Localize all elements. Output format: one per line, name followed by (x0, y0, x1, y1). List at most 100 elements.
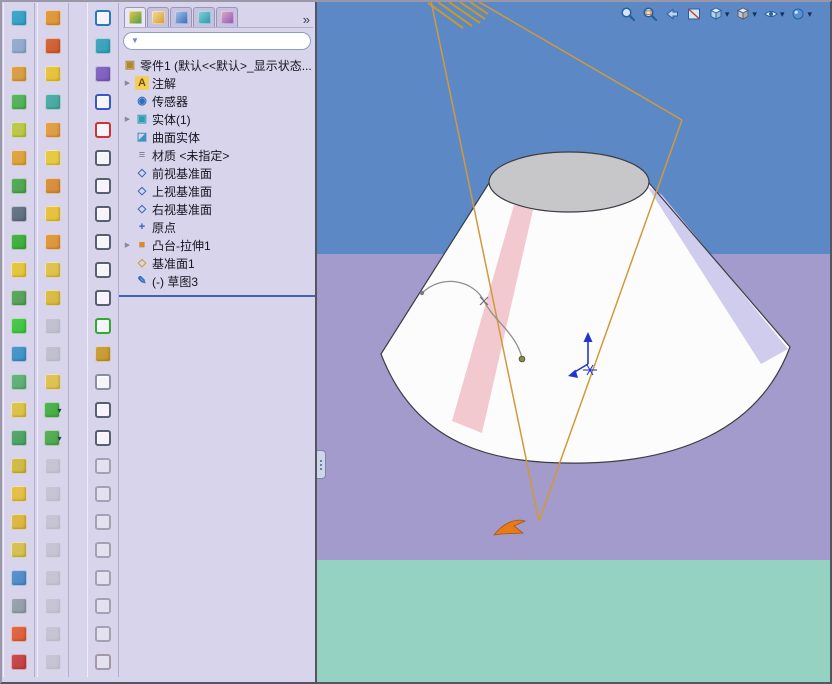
tree-item-material[interactable]: ≡材质 <未指定> (123, 146, 313, 164)
tab-featuremanager[interactable] (124, 7, 146, 27)
hole-wizard2-button[interactable] (41, 174, 65, 198)
line-tool-button[interactable] (91, 90, 115, 114)
expand-arrow-icon[interactable]: ▶ (123, 115, 132, 123)
tree-splitter[interactable] (119, 295, 315, 297)
new-part-button[interactable] (7, 6, 31, 30)
zoom-to-area-button[interactable] (642, 6, 658, 22)
sweep-cut-button[interactable] (7, 286, 31, 310)
sketch-picture-button[interactable] (91, 594, 115, 618)
swept-cut-button[interactable] (41, 230, 65, 254)
three-point-arc-button[interactable] (91, 258, 115, 282)
hatch-face-button[interactable] (91, 370, 115, 394)
tree-item-root[interactable]: ▣零件1 (默认<<默认>_显示状态... (123, 56, 313, 74)
tabs-overflow-chevron[interactable]: » (303, 12, 312, 27)
loft-button[interactable] (7, 174, 31, 198)
tree-item-surface-bodies[interactable]: ◪曲面实体 (123, 128, 313, 146)
curve-button[interactable] (7, 622, 31, 646)
tree-item-boss-extrude1[interactable]: ▶■凸台-拉伸1 (123, 236, 313, 254)
open-button[interactable] (7, 34, 31, 58)
helix-button[interactable] (41, 454, 65, 478)
display-style-button[interactable]: ▾ (735, 6, 757, 22)
revolved-boss-button[interactable] (41, 34, 65, 58)
mate-reference-button[interactable] (41, 594, 65, 618)
spline-tool-button[interactable] (91, 314, 115, 338)
smart-dimension-button[interactable] (91, 62, 115, 86)
tab-propertymanager[interactable] (147, 7, 169, 27)
draft-button[interactable] (7, 454, 31, 478)
expand-arrow-icon[interactable]: ▶ (123, 79, 132, 87)
coordinate-system-button[interactable] (41, 538, 65, 562)
tree-item-front-plane[interactable]: ◇前视基准面 (123, 164, 313, 182)
tree-item-origin[interactable]: +原点 (123, 218, 313, 236)
lofted-cut-button[interactable] (41, 258, 65, 282)
trim-entities-button[interactable] (91, 454, 115, 478)
shell-button[interactable] (7, 426, 31, 450)
tree-item-sketch3[interactable]: ✎(-) 草图3 (123, 272, 313, 290)
boss-extrude-button[interactable] (41, 6, 65, 30)
mirror-button[interactable] (7, 566, 31, 590)
graphics-viewport[interactable]: ▾ ▾ ▾ ▾ (317, 2, 832, 684)
tab-dimxpertmanager[interactable] (193, 7, 215, 27)
tree-item-annotations[interactable]: ▶A注解 (123, 74, 313, 92)
delete-face-button[interactable] (7, 202, 31, 226)
tab-configurationmanager[interactable] (170, 7, 192, 27)
save-button[interactable] (7, 62, 31, 86)
hole-wizard-button[interactable] (7, 482, 31, 506)
display-relations-button[interactable] (91, 510, 115, 534)
edit-appearance-button[interactable]: ▾ (790, 6, 812, 22)
repair-sketch-button[interactable] (91, 538, 115, 562)
tangent-arc-button[interactable] (91, 230, 115, 254)
lofted-boss-button[interactable] (41, 90, 65, 114)
fillet2-button[interactable] (41, 314, 65, 338)
loft-cut-button[interactable] (7, 314, 31, 338)
modify-sketch-button[interactable] (91, 622, 115, 646)
swept-boss-button[interactable] (41, 62, 65, 86)
tree-item-plane1[interactable]: ◇基准面1 (123, 254, 313, 272)
spline-endpoint-start[interactable] (420, 291, 424, 295)
point-tool-button[interactable] (91, 342, 115, 366)
exit-sketch-button[interactable] (91, 650, 115, 674)
rib-button[interactable] (7, 398, 31, 422)
revolved-cut-button[interactable] (41, 202, 65, 226)
boundary-cut-button[interactable] (41, 286, 65, 310)
convert-entities-button[interactable] (91, 482, 115, 506)
extrude-cut-button[interactable] (7, 230, 31, 254)
chamfer-button[interactable] (7, 370, 31, 394)
circular-pattern-button[interactable] (7, 538, 31, 562)
tree-item-right-plane[interactable]: ◇右视基准面 (123, 200, 313, 218)
centerpoint-arc-button[interactable] (91, 202, 115, 226)
curve-through-points-button[interactable]: ▾ (41, 398, 65, 422)
mirror-entities-button[interactable] (91, 398, 115, 422)
boundary-boss-button[interactable] (41, 118, 65, 142)
extrude-boss-button[interactable] (7, 90, 31, 114)
surface-trim-button[interactable] (41, 650, 65, 674)
axis-button[interactable] (41, 510, 65, 534)
perimeter-circle-button[interactable] (91, 174, 115, 198)
quick-snaps-button[interactable] (91, 566, 115, 590)
point-ref-button[interactable] (41, 566, 65, 590)
composite-curve-button[interactable]: ▾ (41, 426, 65, 450)
sketch-fillet-button[interactable] (91, 286, 115, 310)
tree-item-sensors[interactable]: ◉传感器 (123, 92, 313, 110)
expand-arrow-icon[interactable]: ▶ (123, 241, 132, 249)
select-tool-button[interactable] (91, 6, 115, 30)
boundary-surface-button[interactable] (41, 622, 65, 646)
grid-settings-button[interactable] (91, 34, 115, 58)
filter-input[interactable]: ▼ (123, 32, 311, 50)
tab-displaymanager[interactable] (216, 7, 238, 27)
instant3d-button[interactable] (7, 650, 31, 674)
previous-view-button[interactable] (664, 6, 680, 22)
spline-endpoint-end[interactable] (519, 356, 525, 362)
rib2-button[interactable] (41, 370, 65, 394)
rectangle-tool-button[interactable] (91, 118, 115, 142)
fillet-button[interactable] (7, 342, 31, 366)
tree-item-solid-bodies[interactable]: ▶▣实体(1) (123, 110, 313, 128)
reference-geometry-button[interactable] (7, 594, 31, 618)
zoom-to-fit-button[interactable] (620, 6, 636, 22)
section-view-button[interactable] (686, 6, 702, 22)
hide-show-items-button[interactable]: ▾ (763, 6, 785, 22)
view-orientation-button[interactable]: ▾ (708, 6, 730, 22)
offset-entities-button[interactable] (91, 426, 115, 450)
chamfer2-button[interactable] (41, 342, 65, 366)
panel-splitter-grip[interactable] (317, 450, 326, 479)
